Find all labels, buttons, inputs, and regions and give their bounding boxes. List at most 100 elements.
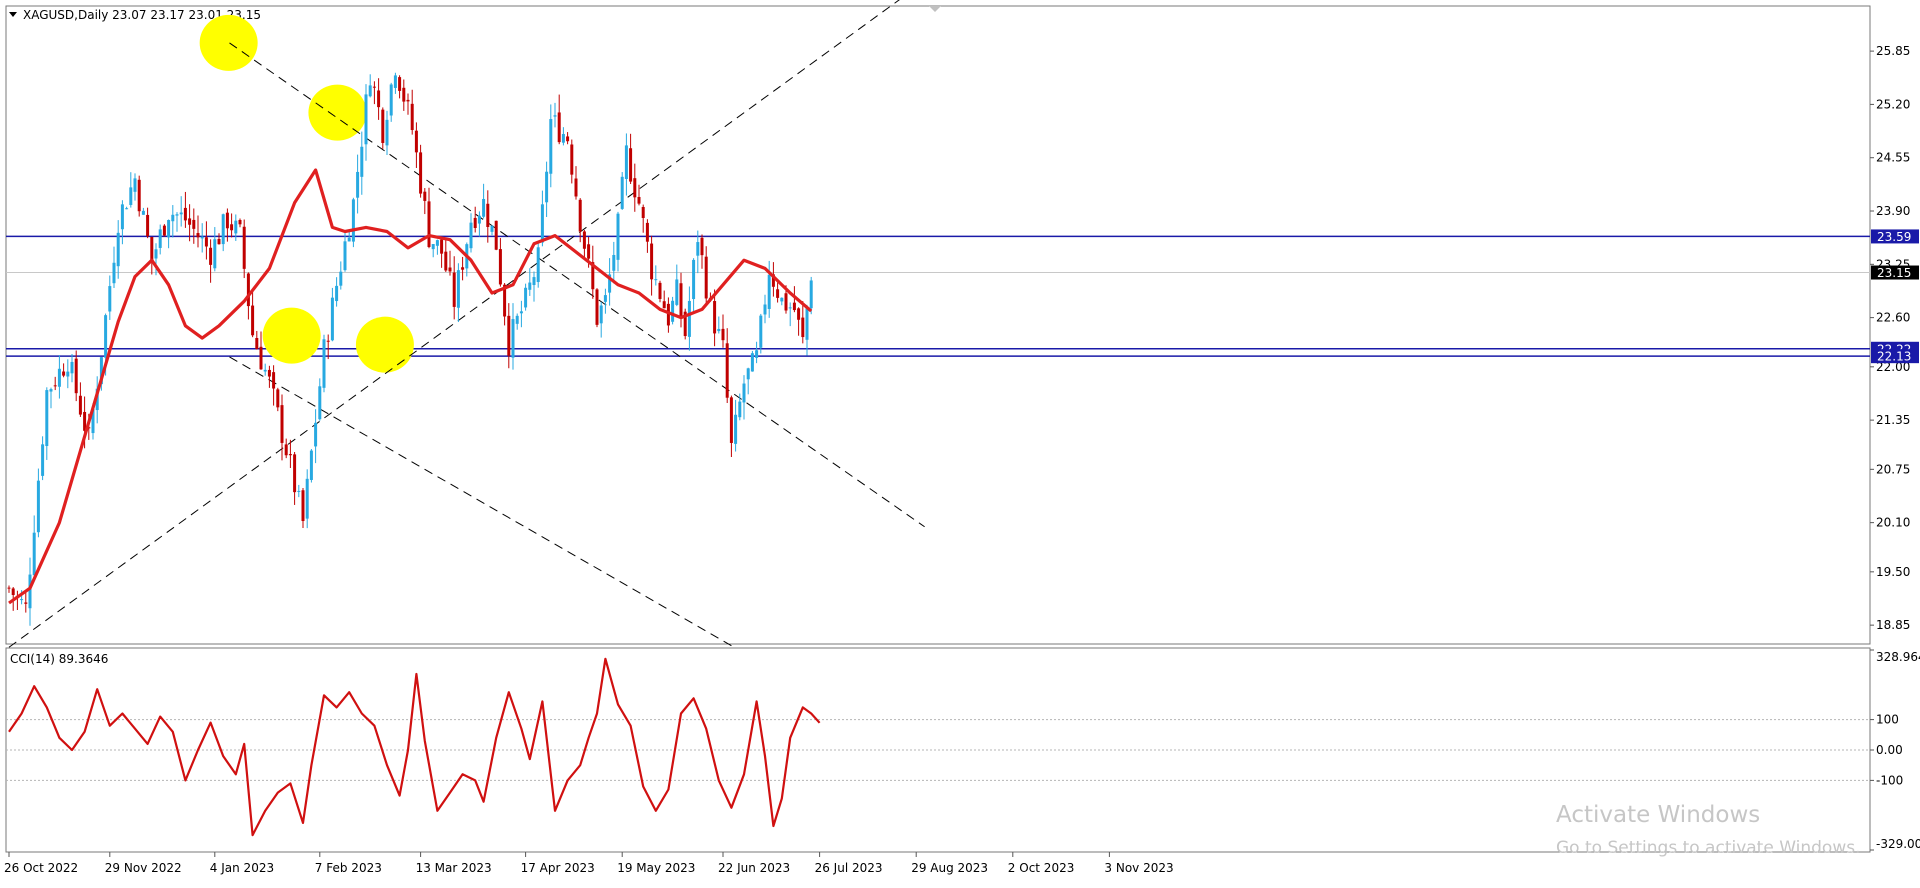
candle-body bbox=[511, 319, 515, 358]
candlestick bbox=[410, 89, 414, 135]
candlestick bbox=[137, 175, 141, 217]
candle-body bbox=[255, 338, 259, 350]
candlestick bbox=[515, 313, 519, 330]
candle-body bbox=[372, 86, 376, 88]
candle-body bbox=[49, 389, 53, 392]
candle-body bbox=[293, 454, 297, 493]
candlestick bbox=[704, 246, 708, 305]
candle-body bbox=[360, 146, 364, 177]
candlestick bbox=[364, 84, 368, 161]
candle-body bbox=[498, 249, 502, 285]
price-tick-label: 22.60 bbox=[1876, 311, 1910, 325]
candle-body bbox=[742, 383, 746, 403]
candlestick bbox=[469, 213, 473, 253]
candle-body bbox=[150, 236, 154, 261]
candle-body bbox=[120, 204, 124, 230]
candle-body bbox=[746, 368, 750, 380]
trading-chart-window: XAGUSD,Daily 23.07 23.17 23.01 23.15 CCI… bbox=[0, 0, 1920, 884]
x-tick-label: 2 Oct 2023 bbox=[1008, 861, 1075, 875]
highlight-circle[interactable] bbox=[355, 316, 414, 373]
candle-body bbox=[557, 112, 561, 143]
candlestick bbox=[666, 297, 670, 333]
candle-body bbox=[217, 238, 221, 245]
candle-body bbox=[230, 224, 234, 231]
candle-body bbox=[633, 178, 637, 198]
candle-body bbox=[801, 317, 805, 338]
candlestick bbox=[423, 188, 427, 215]
candle-body bbox=[66, 371, 70, 377]
candlestick bbox=[120, 200, 124, 245]
candlestick bbox=[146, 207, 150, 239]
candle-body bbox=[553, 115, 557, 117]
candlestick bbox=[582, 230, 586, 260]
activate-windows-title: Activate Windows bbox=[1556, 802, 1761, 828]
candlestick bbox=[280, 394, 284, 461]
candle-body bbox=[545, 171, 549, 203]
symbol-menu-arrow-icon[interactable] bbox=[9, 12, 17, 17]
highlight-circle[interactable] bbox=[199, 14, 258, 71]
candlestick bbox=[49, 387, 53, 409]
candle-body bbox=[809, 280, 813, 309]
candlestick bbox=[431, 244, 435, 258]
x-tick-label: 4 Jan 2023 bbox=[210, 861, 274, 875]
candle-body bbox=[780, 297, 784, 302]
candlestick bbox=[591, 245, 595, 299]
candlestick bbox=[389, 82, 393, 122]
candlestick bbox=[477, 211, 481, 237]
candle-body bbox=[45, 390, 49, 447]
candlestick bbox=[645, 219, 649, 253]
candle-body bbox=[276, 389, 280, 408]
candle-body bbox=[225, 212, 229, 229]
candlestick bbox=[108, 275, 112, 320]
candle-body bbox=[179, 212, 183, 215]
candle-body bbox=[603, 295, 607, 302]
candlestick bbox=[440, 239, 444, 268]
candlestick bbox=[238, 218, 242, 228]
candle-body bbox=[318, 386, 322, 420]
candlestick bbox=[322, 334, 326, 393]
candle-body bbox=[654, 279, 658, 281]
candlestick bbox=[305, 469, 309, 529]
candle-body bbox=[146, 214, 150, 237]
candlestick bbox=[624, 133, 628, 196]
trendline[interactable] bbox=[229, 42, 925, 528]
candle-body bbox=[435, 240, 439, 246]
candlestick bbox=[683, 308, 687, 340]
candlestick bbox=[641, 204, 645, 233]
highlight-circle[interactable] bbox=[262, 307, 321, 364]
candlestick bbox=[734, 399, 738, 452]
candlestick bbox=[167, 219, 171, 249]
x-tick-label: 19 May 2023 bbox=[617, 861, 695, 875]
chart-canvas[interactable]: XAGUSD,Daily 23.07 23.17 23.01 23.15 CCI… bbox=[0, 0, 1920, 884]
scroll-marker-icon[interactable] bbox=[929, 6, 941, 12]
candlestick bbox=[330, 287, 334, 342]
trendline[interactable] bbox=[229, 356, 732, 647]
candlestick bbox=[612, 241, 616, 284]
price-tick-label: 19.50 bbox=[1876, 565, 1910, 579]
candle-body bbox=[188, 218, 192, 225]
candlestick bbox=[532, 271, 536, 302]
candle-body bbox=[32, 532, 36, 576]
candle-body bbox=[246, 273, 250, 307]
trendline[interactable] bbox=[8, 0, 925, 648]
candlestick bbox=[780, 297, 784, 306]
candle-body bbox=[675, 279, 679, 305]
candle-body bbox=[368, 85, 372, 97]
candlestick bbox=[272, 365, 276, 406]
candlestick bbox=[351, 197, 355, 248]
candle-body bbox=[209, 247, 213, 265]
candle-body bbox=[444, 251, 448, 271]
candle-body bbox=[620, 176, 624, 209]
candlestick bbox=[255, 330, 259, 350]
candlestick bbox=[553, 102, 557, 128]
candlestick bbox=[78, 382, 82, 417]
candlestick bbox=[763, 294, 767, 324]
candlestick bbox=[721, 314, 725, 348]
x-tick-label: 26 Jul 2023 bbox=[815, 861, 883, 875]
candle-body bbox=[532, 277, 536, 286]
candle-body bbox=[238, 219, 242, 225]
candle-body bbox=[251, 305, 255, 336]
candle-body bbox=[473, 217, 477, 228]
moving-average-line bbox=[8, 168, 813, 605]
candle-body bbox=[389, 84, 393, 116]
